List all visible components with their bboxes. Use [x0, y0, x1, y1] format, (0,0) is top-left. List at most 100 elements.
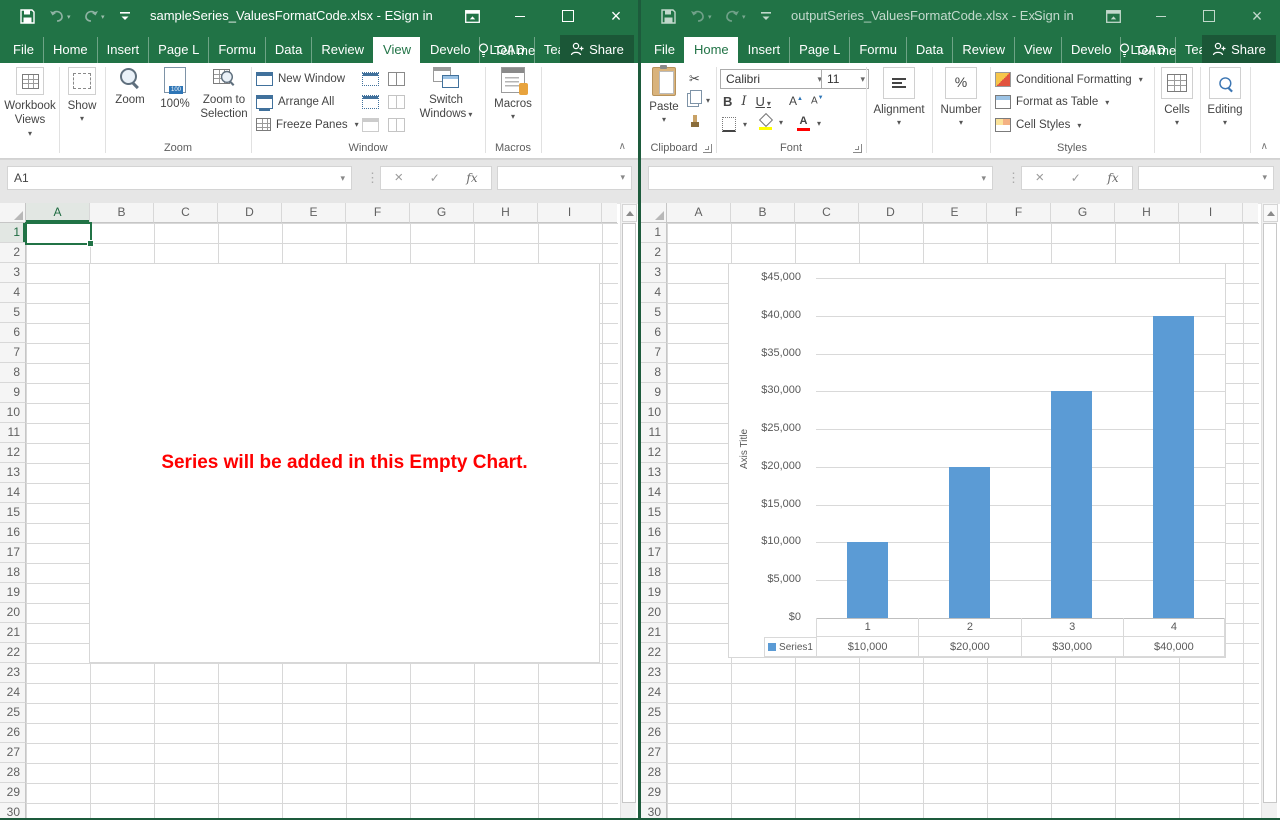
- arrange-all-button[interactable]: Arrange All: [256, 95, 334, 109]
- undo-icon[interactable]: ▾: [689, 7, 712, 25]
- sign-in-button[interactable]: Sign in: [1034, 8, 1074, 23]
- ribbon-tab[interactable]: Home: [683, 37, 738, 63]
- row-header[interactable]: 16: [0, 523, 26, 543]
- fill-color-button[interactable]: [758, 112, 783, 130]
- column-header[interactable]: D: [859, 203, 923, 223]
- insert-function-icon[interactable]: fx: [1107, 171, 1118, 185]
- column-header[interactable]: F: [987, 203, 1051, 223]
- share-button[interactable]: Share: [560, 35, 634, 63]
- vertical-scrollbar[interactable]: [1261, 203, 1278, 818]
- zoom-to-selection-button[interactable]: Zoom to Selection: [198, 67, 250, 122]
- maximize-icon[interactable]: [1192, 0, 1226, 32]
- row-header[interactable]: 13: [641, 463, 667, 483]
- row-header[interactable]: 10: [641, 403, 667, 423]
- row-header[interactable]: 30: [0, 803, 26, 818]
- scroll-up-icon[interactable]: [1263, 204, 1278, 222]
- name-box[interactable]: ▾: [648, 166, 993, 190]
- ribbon-tab[interactable]: Review: [952, 37, 1014, 63]
- reset-window-position-button[interactable]: [388, 118, 405, 132]
- close-icon[interactable]: [599, 0, 633, 32]
- column-header[interactable]: A: [667, 203, 731, 223]
- cell-styles-button[interactable]: Cell Styles: [995, 118, 1081, 132]
- minimize-icon[interactable]: [503, 0, 537, 32]
- redo-icon[interactable]: ▾: [723, 7, 746, 25]
- font-size-select[interactable]: 11 ▾: [821, 69, 869, 89]
- copy-button[interactable]: [687, 90, 710, 107]
- split-button[interactable]: [362, 72, 379, 86]
- column-header[interactable]: H: [1115, 203, 1179, 223]
- synchronous-scrolling-button[interactable]: [388, 95, 405, 109]
- paste-button[interactable]: Paste: [645, 65, 683, 125]
- column-header[interactable]: I: [1179, 203, 1243, 223]
- cut-button[interactable]: [689, 71, 700, 87]
- row-header[interactable]: 12: [641, 443, 667, 463]
- tell-me-button[interactable]: Tell me: [478, 43, 535, 58]
- row-header[interactable]: 20: [0, 603, 26, 623]
- row-header[interactable]: 26: [0, 723, 26, 743]
- font-color-button[interactable]: A: [797, 115, 821, 131]
- bold-button[interactable]: B: [723, 94, 732, 109]
- column-header[interactable]: I: [538, 203, 602, 223]
- row-header[interactable]: 30: [641, 803, 667, 818]
- row-header[interactable]: 15: [641, 503, 667, 523]
- maximize-icon[interactable]: [551, 0, 585, 32]
- active-cell-A1[interactable]: [25, 222, 94, 247]
- expand-formula-bar-icon[interactable]: ▾: [1262, 172, 1267, 183]
- row-header[interactable]: 11: [641, 423, 667, 443]
- row-header[interactable]: 1: [0, 223, 26, 243]
- empty-chart-object[interactable]: Series will be added in this Empty Chart…: [89, 263, 600, 663]
- row-header[interactable]: 3: [0, 263, 26, 283]
- font-name-select[interactable]: Calibri ▾: [720, 69, 826, 89]
- row-header[interactable]: 8: [0, 363, 26, 383]
- hide-button[interactable]: [362, 95, 379, 109]
- ribbon-tab[interactable]: Data: [905, 37, 952, 63]
- row-header[interactable]: 26: [641, 723, 667, 743]
- underline-button[interactable]: U: [756, 94, 771, 109]
- new-window-button[interactable]: New Window: [256, 72, 345, 86]
- freeze-panes-button[interactable]: Freeze Panes: [256, 118, 359, 131]
- customize-quick-access-toolbar-icon[interactable]: [116, 7, 134, 25]
- name-box[interactable]: A1 ▾: [7, 166, 352, 190]
- increase-font-size-button[interactable]: A▲: [789, 94, 803, 108]
- row-header[interactable]: 22: [0, 643, 26, 663]
- sign-in-button[interactable]: Sign in: [393, 8, 433, 23]
- row-header[interactable]: 14: [641, 483, 667, 503]
- ribbon-tab[interactable]: Home: [42, 37, 97, 63]
- row-header[interactable]: 17: [0, 543, 26, 563]
- select-all-corner[interactable]: [0, 203, 26, 223]
- column-header[interactable]: G: [410, 203, 474, 223]
- name-box-dropdown-icon[interactable]: ▾: [981, 173, 986, 184]
- format-as-table-button[interactable]: Format as Table: [995, 95, 1109, 109]
- row-header[interactable]: 13: [0, 463, 26, 483]
- row-header[interactable]: 25: [641, 703, 667, 723]
- zoom-100-button[interactable]: 100 100%: [154, 67, 196, 111]
- row-header[interactable]: 6: [0, 323, 26, 343]
- font-dialog-launcher-icon[interactable]: [853, 144, 862, 153]
- ribbon-tab[interactable]: View: [373, 37, 420, 63]
- insert-function-icon[interactable]: fx: [466, 171, 477, 185]
- row-header[interactable]: 9: [641, 383, 667, 403]
- row-header[interactable]: 5: [641, 303, 667, 323]
- row-header[interactable]: 25: [0, 703, 26, 723]
- row-header[interactable]: 14: [0, 483, 26, 503]
- row-header[interactable]: 19: [0, 583, 26, 603]
- collapse-ribbon-icon[interactable]: ∧: [1261, 141, 1268, 152]
- vertical-scrollbar[interactable]: [620, 203, 637, 818]
- row-header[interactable]: 23: [641, 663, 667, 683]
- format-painter-button[interactable]: [689, 115, 701, 128]
- save-icon[interactable]: [18, 7, 36, 25]
- ribbon-tab[interactable]: Page L: [148, 37, 208, 63]
- row-header[interactable]: 4: [641, 283, 667, 303]
- formula-input[interactable]: ▾: [497, 166, 632, 190]
- ribbon-tab[interactable]: Formu: [208, 37, 265, 63]
- cancel-icon[interactable]: [394, 169, 403, 187]
- column-header[interactable]: C: [154, 203, 218, 223]
- row-header[interactable]: 20: [641, 603, 667, 623]
- row-header[interactable]: 28: [0, 763, 26, 783]
- customize-quick-access-toolbar-icon[interactable]: [757, 7, 775, 25]
- column-header[interactable]: A: [26, 203, 90, 223]
- row-header[interactable]: 22: [641, 643, 667, 663]
- row-header[interactable]: 9: [0, 383, 26, 403]
- tell-me-button[interactable]: Tell me: [1119, 43, 1176, 58]
- enter-icon[interactable]: [430, 169, 440, 187]
